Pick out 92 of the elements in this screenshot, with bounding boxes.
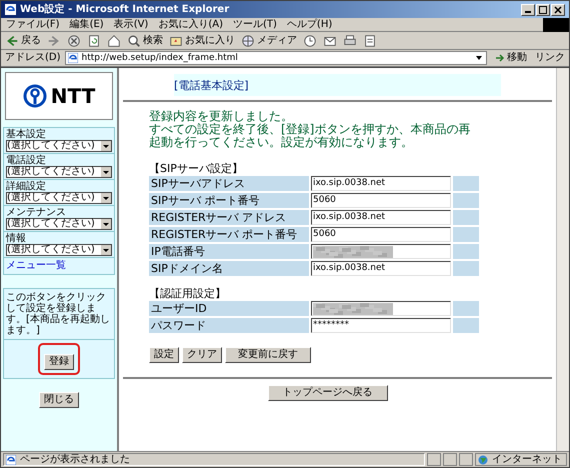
- input-field[interactable]: 5060: [311, 193, 451, 208]
- menu-select[interactable]: (選択してください): [6, 244, 112, 256]
- globe-icon: [478, 454, 488, 464]
- input-field[interactable]: ixo.sip.0038.net: [311, 261, 451, 276]
- window-title: Web設定 - Microsoft Internet Explorer: [20, 4, 230, 14]
- input-field[interactable]: ixo.sip.0038.net: [311, 176, 451, 191]
- input-field[interactable]: [311, 244, 451, 259]
- table-cell: [453, 227, 479, 242]
- menu-label: 詳細設定: [6, 181, 47, 192]
- menu-label: 情報: [6, 233, 27, 244]
- menu-label: 基本設定: [6, 129, 47, 140]
- input-field[interactable]: ixo.sip.0038.net: [311, 210, 451, 225]
- table-cell: [453, 176, 479, 191]
- toolbar-button[interactable]: [107, 34, 121, 48]
- toolbar-button[interactable]: 戻る: [5, 34, 41, 48]
- menu-select[interactable]: (選択してください): [6, 192, 112, 204]
- status-text: ページが表示されました: [20, 454, 130, 464]
- table-cell: [453, 244, 479, 259]
- address-field[interactable]: http://web.setup/index_frame.html: [64, 51, 487, 65]
- toolbar-button[interactable]: お気に入り: [169, 34, 235, 48]
- page-icon: [6, 454, 16, 464]
- field-label: REGISTERサーバ アドレス: [149, 210, 309, 225]
- toolbar-button[interactable]: 検索: [127, 34, 163, 48]
- zone-text: インターネット: [492, 454, 562, 464]
- section-title: 【SIPサーバ設定】: [149, 163, 244, 174]
- close-button[interactable]: [551, 4, 565, 16]
- search-icon: [127, 34, 141, 48]
- menu-item[interactable]: お気に入り(A): [153, 20, 228, 30]
- right-arrow-icon: [495, 53, 505, 63]
- table-cell: [453, 193, 479, 208]
- toolbar-button[interactable]: [303, 34, 317, 48]
- clock-icon: [303, 34, 317, 48]
- table-cell: [453, 301, 479, 316]
- refresh-icon: [87, 34, 101, 48]
- address-label: アドレス(D): [5, 53, 61, 63]
- field-label: SIPサーバ ポート番号: [149, 193, 309, 208]
- menu-select[interactable]: (選択してください): [6, 218, 112, 230]
- toolbar-button[interactable]: [87, 34, 101, 48]
- toolbar-button[interactable]: [363, 34, 377, 48]
- toolbar-button[interactable]: [67, 34, 81, 48]
- table-cell: [453, 261, 479, 276]
- browser-icon: [5, 4, 16, 15]
- menu-select[interactable]: (選択してください): [6, 140, 112, 152]
- input-field[interactable]: [311, 301, 451, 316]
- top-page-button[interactable]: トップページへ戻る: [268, 385, 388, 401]
- minimize-button[interactable]: [521, 4, 535, 16]
- go-button[interactable]: 移動: [491, 53, 531, 63]
- table-cell: [453, 318, 479, 333]
- document-icon: [363, 34, 377, 48]
- toolbar-button[interactable]: [343, 34, 357, 48]
- maximize-icon: [539, 6, 547, 14]
- form-button[interactable]: クリア: [182, 347, 222, 363]
- maximize-button[interactable]: [536, 4, 550, 16]
- field-label: REGISTERサーバ ポート番号: [149, 227, 309, 242]
- menu-item[interactable]: ヘルプ(H): [282, 20, 338, 30]
- input-field[interactable]: ********: [311, 318, 451, 333]
- page-heading: [電話基本設定]: [174, 80, 249, 90]
- menu-item[interactable]: ファイル(F): [1, 20, 65, 30]
- ntt-logo-icon: [22, 84, 47, 108]
- globe-icon: [241, 34, 255, 48]
- update-message: 登録内容を更新しました。 すべての設定を終了後、[登録]ボタンを押すか、本商品の再 起動を行ってください。設定が有効になります。: [149, 110, 472, 149]
- form-button[interactable]: 設定: [149, 347, 179, 363]
- field-label: SIPドメイン名: [149, 261, 309, 276]
- register-note: このボタンをクリックして設定を登録します。[本商品を再起動します。]: [4, 289, 114, 340]
- stop-icon: [67, 34, 81, 48]
- left-arrow-icon: [5, 34, 19, 48]
- minimize-icon: [525, 11, 531, 13]
- menu-select[interactable]: (選択してください): [6, 166, 112, 178]
- menu-list-link[interactable]: メニュー一覧: [4, 258, 114, 274]
- register-button[interactable]: 登録: [44, 354, 74, 370]
- field-label: ユーザーID: [149, 301, 309, 316]
- close-icon: [554, 6, 562, 14]
- input-field[interactable]: 5060: [311, 227, 451, 242]
- printer-icon: [343, 34, 357, 48]
- form-button[interactable]: 変更前に戻す: [225, 347, 311, 363]
- toolbar-button[interactable]: メディア: [241, 34, 297, 48]
- field-label: IP電話番号: [149, 244, 309, 259]
- links-label[interactable]: リンク: [535, 53, 565, 63]
- page-icon: [68, 53, 78, 63]
- right-arrow-icon: [47, 34, 61, 48]
- menu-item[interactable]: ツール(T): [228, 20, 282, 30]
- close-page-button[interactable]: 閉じる: [39, 392, 79, 408]
- field-label: パスワード: [149, 318, 309, 333]
- home-icon: [107, 34, 121, 48]
- field-label: SIPサーバアドレス: [149, 176, 309, 191]
- menu-item[interactable]: 編集(E): [64, 20, 109, 30]
- section-title: 【認証用設定】: [149, 288, 227, 299]
- logo-text: NTT: [50, 86, 96, 106]
- menu-item[interactable]: 表示(V): [108, 20, 154, 30]
- menu-label: メンテナンス: [6, 207, 67, 218]
- table-cell: [453, 210, 479, 225]
- menu-label: 電話設定: [6, 155, 47, 166]
